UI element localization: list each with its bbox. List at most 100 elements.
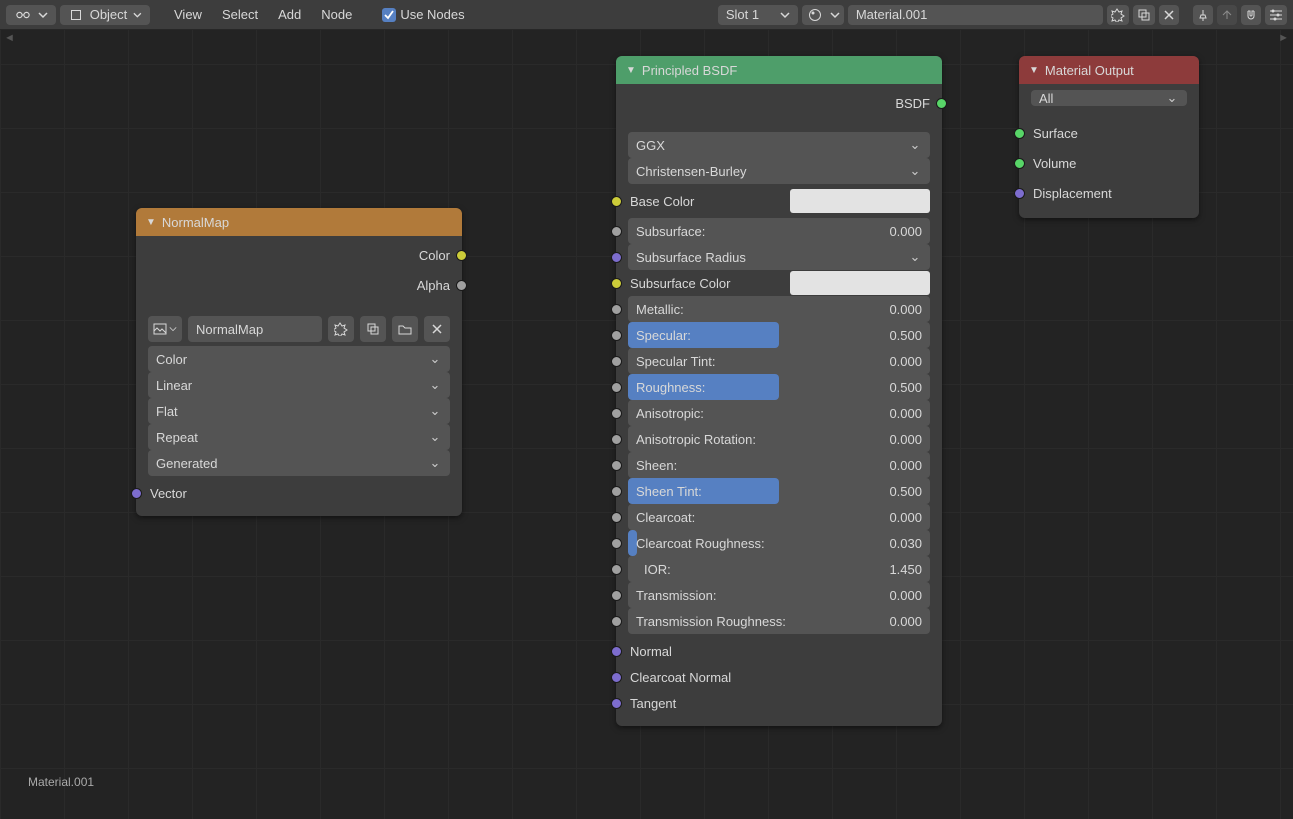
slider-row: Specular:0.500: [628, 322, 930, 348]
unlink-button[interactable]: [1159, 5, 1179, 25]
socket[interactable]: [611, 460, 622, 471]
menu-select[interactable]: Select: [212, 7, 268, 22]
value-slider[interactable]: Specular Tint:0.000: [628, 348, 930, 374]
node-title[interactable]: ▼ Material Output: [1019, 56, 1199, 84]
chevron-down-icon: ⌄: [908, 249, 922, 265]
socket[interactable]: [611, 408, 622, 419]
horizontal-scroll[interactable]: ◄ ►: [0, 30, 1293, 46]
socket[interactable]: [611, 590, 622, 601]
parent-node-button[interactable]: [1217, 5, 1237, 25]
editor-type-button[interactable]: [6, 5, 56, 25]
dropdown[interactable]: Linear⌄: [148, 372, 450, 398]
value-slider[interactable]: Anisotropic Rotation:0.000: [628, 426, 930, 452]
value-slider[interactable]: Sheen Tint:0.500: [628, 478, 930, 504]
socket-bsdf[interactable]: [936, 98, 947, 109]
slot-dropdown[interactable]: Slot 1: [718, 5, 798, 25]
slider-row: Transmission Roughness:0.000: [628, 608, 930, 634]
pin-button[interactable]: [1193, 5, 1213, 25]
snap-button[interactable]: [1241, 5, 1261, 25]
target-dropdown[interactable]: All ⌄: [1031, 90, 1187, 106]
collapse-icon: ▼: [626, 65, 636, 76]
new-datablock-button[interactable]: [1107, 5, 1129, 25]
node-title[interactable]: ▼ Principled BSDF: [616, 56, 942, 84]
slider-row: Clearcoat:0.000: [628, 504, 930, 530]
socket[interactable]: [611, 196, 622, 207]
unlink-image-button[interactable]: [424, 316, 450, 342]
value-slider[interactable]: Transmission Roughness:0.000: [628, 608, 930, 634]
socket[interactable]: [611, 252, 622, 263]
open-image-button[interactable]: [392, 316, 418, 342]
socket[interactable]: [611, 356, 622, 367]
socket[interactable]: [1014, 158, 1025, 169]
socket[interactable]: [611, 278, 622, 289]
options-icon: [1269, 9, 1283, 21]
value-slider[interactable]: Clearcoat:0.000: [628, 504, 930, 530]
material-browse-button[interactable]: [802, 5, 844, 25]
up-arrow-icon: [1221, 9, 1233, 21]
socket[interactable]: [611, 434, 622, 445]
menu-node[interactable]: Node: [311, 7, 362, 22]
dropdown[interactable]: Christensen-Burley⌄: [628, 158, 930, 184]
value-slider[interactable]: IOR:1.450: [628, 556, 930, 582]
material-name-field[interactable]: Material.001: [848, 5, 1103, 25]
image-name-field[interactable]: NormalMap: [188, 316, 322, 342]
socket[interactable]: [611, 486, 622, 497]
mode-label: Object: [90, 7, 128, 22]
socket[interactable]: [1014, 128, 1025, 139]
socket[interactable]: [611, 226, 622, 237]
chevron-down-icon: [169, 325, 177, 333]
color-swatch[interactable]: [790, 271, 930, 295]
use-nodes-toggle[interactable]: Use Nodes: [376, 7, 470, 22]
value-slider[interactable]: Transmission:0.000: [628, 582, 930, 608]
folder-icon: [398, 322, 412, 336]
dropdown[interactable]: Generated⌄: [148, 450, 450, 476]
overlay-button[interactable]: [1265, 5, 1287, 25]
image-browse-button[interactable]: [148, 316, 182, 342]
socket[interactable]: [611, 304, 622, 315]
value-slider[interactable]: Metallic:0.000: [628, 296, 930, 322]
slider-row: Specular Tint:0.000: [628, 348, 930, 374]
socket[interactable]: [611, 564, 622, 575]
dropdown[interactable]: GGX⌄: [628, 132, 930, 158]
chevron-down-icon: [830, 10, 840, 20]
duplicate-image-button[interactable]: [360, 316, 386, 342]
color-swatch[interactable]: [790, 189, 930, 213]
value-slider[interactable]: Specular:0.500: [628, 322, 930, 348]
socket[interactable]: [611, 646, 622, 657]
socket[interactable]: [611, 672, 622, 683]
active-material-label: Material.001: [28, 775, 94, 789]
value-slider[interactable]: Subsurface:0.000: [628, 218, 930, 244]
menu-view[interactable]: View: [164, 7, 212, 22]
new-image-button[interactable]: [328, 316, 354, 342]
chevron-down-icon: ⌄: [428, 351, 442, 367]
subsurface-radius-dropdown[interactable]: Subsurface Radius⌄: [628, 244, 930, 270]
value-slider[interactable]: Sheen:0.000: [628, 452, 930, 478]
dropdown[interactable]: Flat⌄: [148, 398, 450, 424]
chevron-down-icon: [38, 10, 48, 20]
node-title[interactable]: ▼ NormalMap: [136, 208, 462, 236]
value-slider[interactable]: Clearcoat Roughness:0.030: [628, 530, 930, 556]
mode-dropdown[interactable]: Object: [60, 5, 150, 25]
socket-alpha[interactable]: [456, 280, 467, 291]
dropdown[interactable]: Color⌄: [148, 346, 450, 372]
socket[interactable]: [611, 512, 622, 523]
node-normalmap[interactable]: ▼ NormalMap Color Alpha NormalMap Color⌄…: [136, 208, 462, 516]
menu-add[interactable]: Add: [268, 7, 311, 22]
duplicate-button[interactable]: [1133, 5, 1155, 25]
socket[interactable]: [611, 538, 622, 549]
value-slider[interactable]: Roughness:0.500: [628, 374, 930, 400]
socket[interactable]: [611, 698, 622, 709]
socket-vector[interactable]: [131, 488, 142, 499]
node-material-output[interactable]: ▼ Material Output All ⌄ SurfaceVolumeDis…: [1019, 56, 1199, 218]
socket[interactable]: [611, 330, 622, 341]
socket[interactable]: [611, 382, 622, 393]
socket[interactable]: [611, 616, 622, 627]
dropdown[interactable]: Repeat⌄: [148, 424, 450, 450]
socket-color[interactable]: [456, 250, 467, 261]
node-principled-bsdf[interactable]: ▼ Principled BSDF BSDF GGX⌄Christensen-B…: [616, 56, 942, 726]
slider-row: Metallic:0.000: [628, 296, 930, 322]
socket[interactable]: [1014, 188, 1025, 199]
slider-row: Clearcoat Roughness:0.030: [628, 530, 930, 556]
image-block: NormalMap: [148, 316, 450, 342]
value-slider[interactable]: Anisotropic:0.000: [628, 400, 930, 426]
